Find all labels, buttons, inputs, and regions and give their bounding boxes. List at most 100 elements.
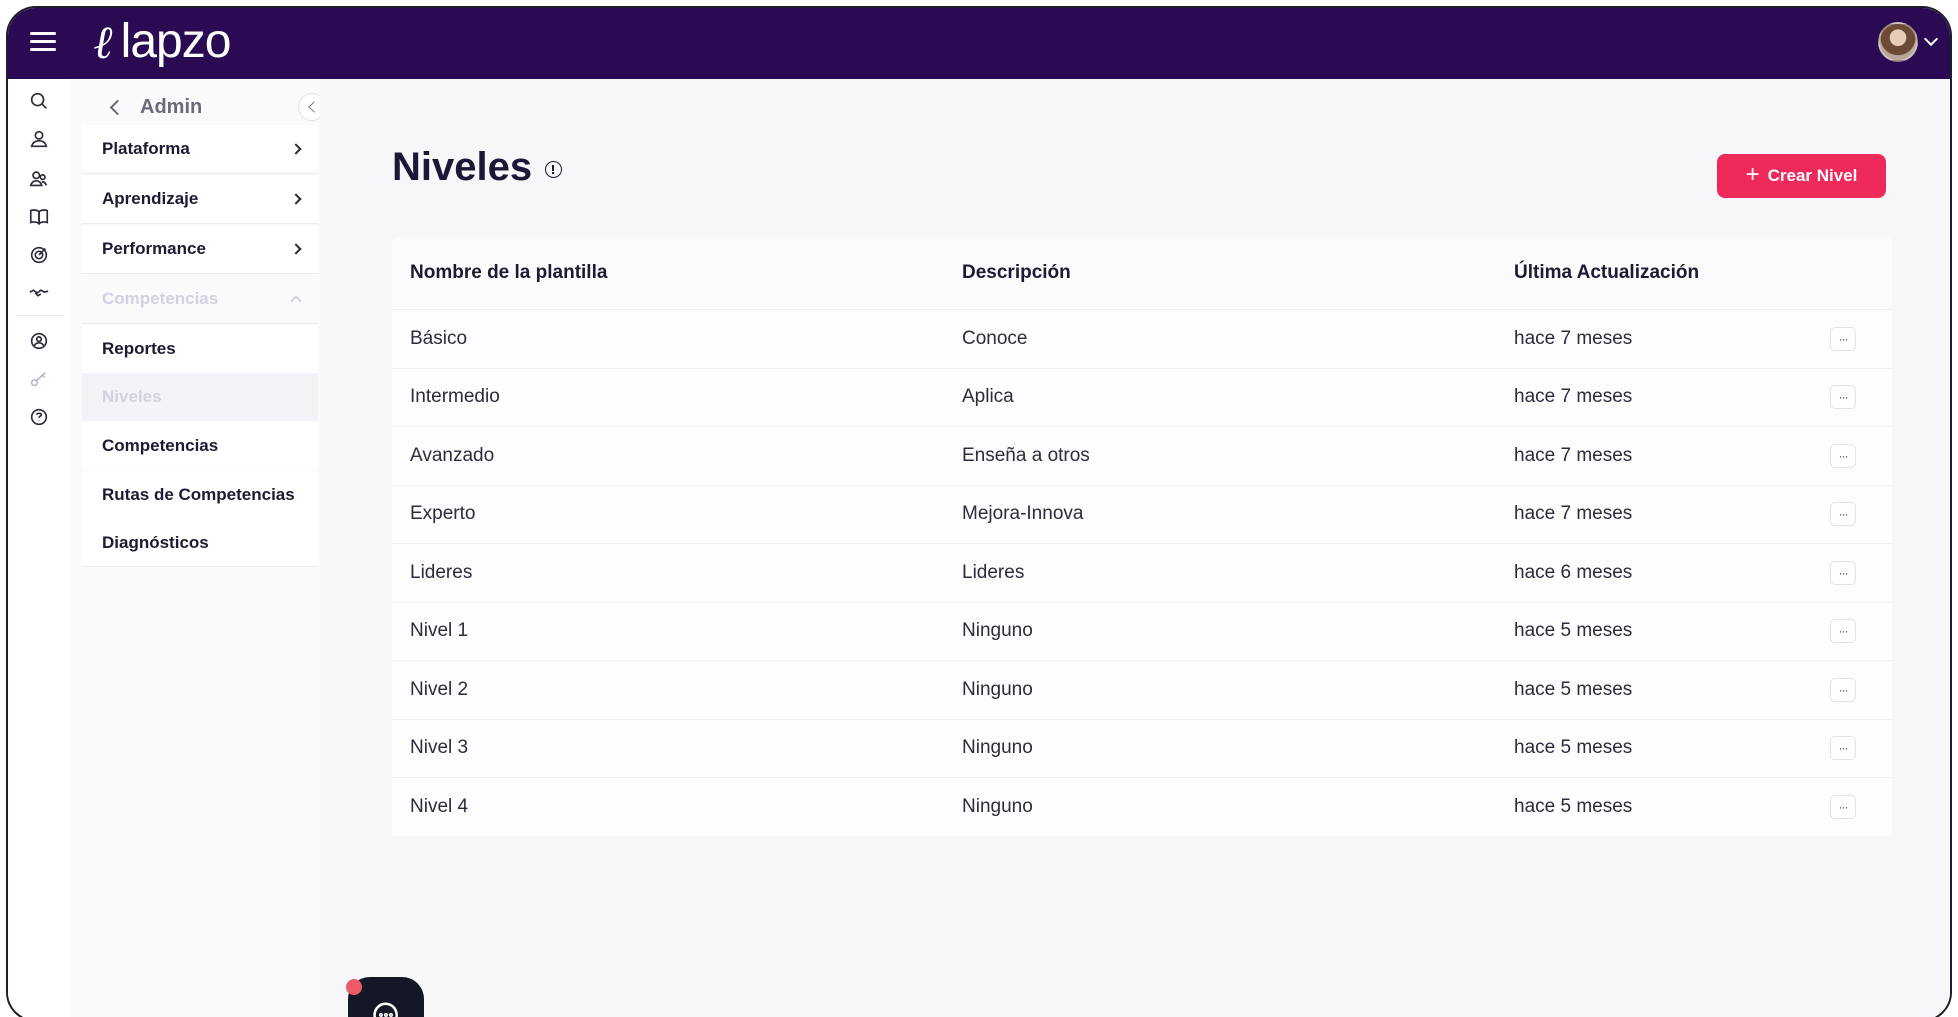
- create-level-label: Crear Nivel: [1767, 166, 1858, 185]
- cell-updated: hace 6 meses: [1514, 561, 1633, 583]
- plus-icon: +: [1745, 161, 1760, 188]
- chevron-right-icon: [290, 243, 302, 255]
- cell-updated: hace 7 meses: [1514, 503, 1633, 525]
- create-level-button[interactable]: + Crear Nivel: [1717, 154, 1886, 198]
- cell-updated: hace 7 meses: [1514, 444, 1633, 466]
- cell-updated: hace 5 meses: [1514, 678, 1633, 700]
- menu-item-performance[interactable]: Performance: [82, 225, 318, 274]
- submenu-header: Admin: [70, 89, 326, 125]
- menu-item-competencias[interactable]: Competencias: [82, 275, 318, 324]
- row-actions-button[interactable]: ···: [1830, 502, 1856, 527]
- menu-item-label: Performance: [102, 239, 206, 258]
- info-icon[interactable]: [545, 161, 562, 178]
- subitem-rutas-de-competencias[interactable]: Rutas de Competencias: [82, 471, 318, 519]
- row-actions-button[interactable]: ···: [1830, 443, 1856, 468]
- cell-template-name: Nivel 4: [410, 795, 469, 817]
- cell-template-name: Lideres: [410, 561, 473, 583]
- cell-template-name: Intermedio: [410, 386, 500, 408]
- row-actions-button[interactable]: ···: [1830, 794, 1856, 819]
- logo[interactable]: ℓ lapzo: [94, 14, 232, 69]
- subitem-competencias[interactable]: Competencias: [82, 422, 318, 470]
- cell-template-name: Nivel 1: [410, 620, 469, 642]
- admin-submenu: Admin Plataforma Aprendizaje Performance…: [70, 79, 326, 1017]
- cell-description: Ninguno: [962, 795, 1033, 817]
- cell-updated: hace 5 meses: [1514, 795, 1633, 817]
- notification-dot: [346, 979, 362, 995]
- row-actions-button[interactable]: ···: [1830, 677, 1856, 702]
- cell-description: Ninguno: [962, 737, 1033, 759]
- cell-template-name: Nivel 2: [410, 678, 469, 700]
- user-menu[interactable]: [1878, 22, 1939, 62]
- cell-updated: hace 7 meses: [1514, 386, 1633, 408]
- table-row[interactable]: Nivel 4 Ninguno hace 5 meses ···: [392, 777, 1892, 836]
- page-title: Niveles: [392, 145, 533, 189]
- users-icon[interactable]: [27, 167, 51, 191]
- table-row[interactable]: Avanzado Enseña a otros hace 7 meses ···: [392, 426, 1892, 485]
- top-bar: ℓ lapzo: [8, 8, 1950, 79]
- table-row[interactable]: Básico Conoce hace 7 meses ···: [392, 309, 1892, 368]
- column-header-description[interactable]: Descripción: [962, 262, 1071, 284]
- chevron-right-icon: [290, 193, 302, 205]
- book-icon[interactable]: [27, 205, 51, 229]
- menu-item-label: Competencias: [102, 289, 219, 308]
- table-row[interactable]: Nivel 1 Ninguno hace 5 meses ···: [392, 601, 1892, 660]
- menu-item-aprendizaje[interactable]: Aprendizaje: [82, 175, 318, 224]
- subitem-diagnosticos[interactable]: Diagnósticos: [82, 519, 318, 567]
- column-header-updated[interactable]: Última Actualización: [1514, 262, 1699, 284]
- table-body: Básico Conoce hace 7 meses ··· Intermedio Apl…: [392, 309, 1892, 836]
- avatar[interactable]: [1878, 22, 1918, 62]
- subitem-reportes[interactable]: Reportes: [82, 325, 318, 373]
- table-row[interactable]: Intermedio Aplica hace 7 meses ···: [392, 367, 1892, 426]
- chevron-right-icon: [290, 143, 302, 155]
- menu-icon[interactable]: [30, 32, 56, 52]
- column-header-name[interactable]: Nombre de la plantilla: [410, 262, 607, 284]
- cell-description: Lideres: [962, 561, 1025, 583]
- chat-button[interactable]: [346, 977, 424, 1017]
- row-actions-button[interactable]: ···: [1830, 385, 1856, 410]
- cell-updated: hace 5 meses: [1514, 620, 1633, 642]
- table-header: Nombre de la plantilla Descripción Últim…: [392, 237, 1892, 309]
- menu-item-label: Aprendizaje: [102, 189, 199, 208]
- cell-updated: hace 7 meses: [1514, 327, 1633, 349]
- back-icon[interactable]: [109, 99, 126, 116]
- key-icon[interactable]: [27, 367, 51, 391]
- cell-description: Conoce: [962, 327, 1028, 349]
- row-actions-button[interactable]: ···: [1830, 619, 1856, 644]
- chat-icon: [373, 1002, 398, 1017]
- logo-text: lapzo: [120, 15, 232, 68]
- cell-template-name: Nivel 3: [410, 737, 469, 759]
- menu-item-plataforma[interactable]: Plataforma: [82, 125, 318, 174]
- cell-template-name: Básico: [410, 327, 468, 349]
- submenu-title: Admin: [140, 96, 203, 118]
- app-window: ℓ lapzo Admin Plataforma Aprendizaje Per…: [6, 6, 1952, 1017]
- row-actions-button[interactable]: ···: [1830, 560, 1856, 585]
- table-row[interactable]: Nivel 3 Ninguno hace 5 meses ···: [392, 718, 1892, 777]
- help-icon[interactable]: [27, 405, 51, 429]
- network-icon[interactable]: [27, 329, 51, 353]
- levels-table: Nombre de la plantilla Descripción Últim…: [392, 237, 1892, 836]
- cell-description: Mejora-Innova: [962, 503, 1084, 525]
- main-content: Niveles + Crear Nivel Nombre de la plant…: [320, 79, 1950, 1017]
- chevron-up-icon: [290, 295, 302, 307]
- table-row[interactable]: Nivel 2 Ninguno hace 5 meses ···: [392, 660, 1892, 719]
- subitem-niveles[interactable]: Niveles: [82, 373, 318, 421]
- cell-description: Ninguno: [962, 620, 1033, 642]
- row-actions-button[interactable]: ···: [1830, 326, 1856, 351]
- cell-description: Enseña a otros: [962, 444, 1090, 466]
- table-row[interactable]: Experto Mejora-Innova hace 7 meses ···: [392, 484, 1892, 543]
- menu-item-label: Plataforma: [102, 139, 190, 158]
- cell-description: Aplica: [962, 386, 1014, 408]
- handshake-icon[interactable]: [27, 281, 51, 305]
- icon-rail: [8, 79, 70, 1017]
- rail-divider: [16, 315, 64, 316]
- cell-updated: hace 5 meses: [1514, 737, 1633, 759]
- target-icon[interactable]: [27, 243, 51, 267]
- search-icon[interactable]: [27, 89, 51, 113]
- logo-mark: ℓ: [94, 14, 114, 69]
- cell-description: Ninguno: [962, 678, 1033, 700]
- user-icon[interactable]: [27, 127, 51, 151]
- table-row[interactable]: Lideres Lideres hace 6 meses ···: [392, 543, 1892, 602]
- row-actions-button[interactable]: ···: [1830, 736, 1856, 761]
- chevron-down-icon: [1923, 31, 1939, 47]
- cell-template-name: Experto: [410, 503, 476, 525]
